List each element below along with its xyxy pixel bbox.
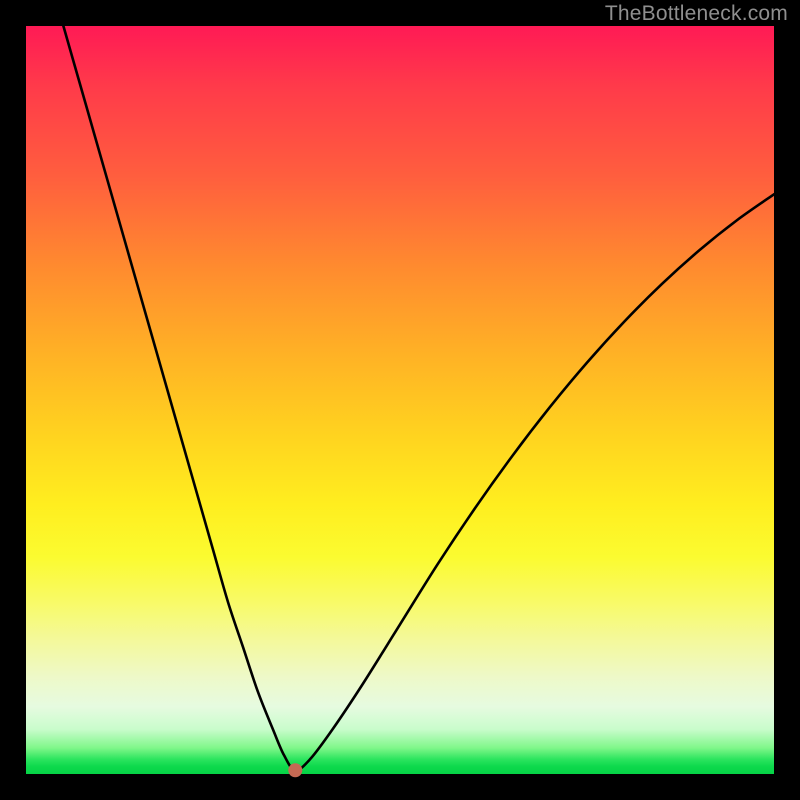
bottleneck-curve (63, 26, 774, 770)
watermark-text: TheBottleneck.com (605, 2, 788, 26)
bottleneck-curve-svg (26, 26, 774, 774)
minimum-marker (288, 763, 302, 777)
plot-area (26, 26, 774, 774)
chart-frame: TheBottleneck.com (0, 0, 800, 800)
